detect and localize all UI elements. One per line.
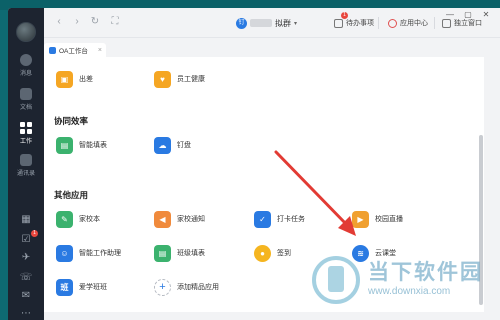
homework-icon: ✎ xyxy=(56,210,73,228)
rail-item-label: 工作 xyxy=(19,139,32,145)
org-switcher[interactable]: 钉 拟群 ▾ xyxy=(236,16,297,30)
rail-item-work[interactable]: 工作 xyxy=(8,122,44,145)
close-icon[interactable]: ✕ xyxy=(480,10,492,20)
app-aixue-banban[interactable]: 班 爱学班班 xyxy=(56,277,107,297)
grid-icon xyxy=(20,122,32,134)
rail-item-label: 文档 xyxy=(19,105,32,111)
app-label: 智能填表 xyxy=(79,142,107,149)
checkin-icon: ✓ xyxy=(254,210,271,228)
pin-icon[interactable]: ✈ xyxy=(19,252,33,264)
signin-icon: ● xyxy=(254,244,271,262)
app-center-button[interactable]: 应用中心 xyxy=(388,16,428,30)
org-name: 拟群 xyxy=(275,18,291,28)
minimize-icon[interactable]: — xyxy=(444,10,456,20)
chevron-down-icon: ▾ xyxy=(294,20,298,27)
rail-item-label: 通讯录 xyxy=(16,171,35,177)
app-home-school-notice[interactable]: ◀ 家校通知 xyxy=(154,209,205,229)
top-bar: ‹ › ↻ ⛶ 钉 拟群 ▾ 1 待办事项 应用中心 独立窗口 — ▢ ✕ xyxy=(44,8,500,38)
rail-item-docs[interactable]: 文档 xyxy=(8,88,44,111)
app-label: 家校本 xyxy=(79,216,100,223)
tab-oa-workbench[interactable]: OA工作台 × xyxy=(44,43,106,57)
app-label: 校园直播 xyxy=(375,216,403,223)
app-business-trip[interactable]: ▣ 出差 xyxy=(56,69,93,89)
org-logo-icon: 钉 xyxy=(236,17,247,29)
divider xyxy=(434,17,435,29)
add-app-button[interactable]: + 添加精品应用 xyxy=(154,277,219,297)
section-title-other: 其他应用 xyxy=(54,190,89,200)
live-icon: ▶ xyxy=(352,210,369,228)
rail-item-contacts[interactable]: 通讯录 xyxy=(8,154,44,177)
app-sign-in[interactable]: ● 签到 xyxy=(254,243,291,263)
form-icon: ▤ xyxy=(56,136,73,154)
workbench-icon xyxy=(49,46,56,54)
suitcase-icon: ▣ xyxy=(56,70,73,88)
app-campus-live[interactable]: ▶ 校园直播 xyxy=(352,209,403,229)
tab-label: OA工作台 xyxy=(59,48,88,55)
tab-close-icon[interactable]: × xyxy=(98,47,102,54)
screenshot-icon[interactable]: ⛶ xyxy=(108,15,122,29)
divider xyxy=(378,17,379,29)
maximize-icon[interactable]: ▢ xyxy=(462,10,474,20)
rail-item-messages[interactable]: 消息 xyxy=(8,54,44,77)
cloud-disk-icon: ☁ xyxy=(154,136,171,154)
app-employee-health[interactable]: ♥ 员工健康 xyxy=(154,69,205,89)
watermark-text: 当下软件园 xyxy=(368,261,483,284)
assistant-icon: ☺ xyxy=(56,244,73,262)
app-label: 签到 xyxy=(277,250,291,257)
class-form-icon: ▤ xyxy=(154,244,171,262)
org-name-redacted xyxy=(250,19,272,27)
app-label: 智能工作助理 xyxy=(79,250,121,257)
calendar-icon[interactable]: ▦ xyxy=(19,214,33,226)
notice-icon: ◀ xyxy=(154,210,171,228)
rail-badge: 1 xyxy=(31,230,38,237)
chat-icon xyxy=(20,54,32,66)
health-icon: ♥ xyxy=(154,70,171,88)
document-icon xyxy=(20,88,32,100)
rail-item-label: 消息 xyxy=(19,71,32,77)
left-rail: 消息 文档 工作 通讯录 ▦ ☑ 1 ✈ ☏ ✉ ⋯ xyxy=(8,8,44,320)
section-title-collab: 协同效率 xyxy=(54,116,89,126)
todo-badge: 1 xyxy=(341,12,348,19)
more-icon[interactable]: ⋯ xyxy=(19,308,33,320)
app-label: 钉盘 xyxy=(177,142,191,149)
app-checkin-task[interactable]: ✓ 打卡任务 xyxy=(254,209,305,229)
refresh-icon[interactable]: ↻ xyxy=(88,15,102,29)
app-class-form[interactable]: ▤ 班级填表 xyxy=(154,243,205,263)
app-center-label: 应用中心 xyxy=(400,20,428,27)
watermark-url: www.downxia.com xyxy=(368,286,451,297)
app-label: 打卡任务 xyxy=(277,216,305,223)
back-icon[interactable]: ‹ xyxy=(52,15,66,29)
app-ding-disk[interactable]: ☁ 钉盘 xyxy=(154,135,191,155)
app-label: 出差 xyxy=(79,76,93,83)
watermark: 当下软件园 www.downxia.com xyxy=(304,250,500,320)
app-label: 员工健康 xyxy=(177,76,205,83)
todo-button[interactable]: 1 待办事项 xyxy=(334,12,374,30)
mail-icon[interactable]: ✉ xyxy=(19,290,33,302)
contacts-icon xyxy=(20,154,32,166)
app-home-school-book[interactable]: ✎ 家校本 xyxy=(56,209,100,229)
app-label: 家校通知 xyxy=(177,216,205,223)
todo-icon xyxy=(334,18,343,28)
app-label: 班级填表 xyxy=(177,250,205,257)
avatar[interactable] xyxy=(16,22,36,42)
watermark-logo-icon xyxy=(312,256,360,304)
app-label: 添加精品应用 xyxy=(177,284,219,291)
forward-icon[interactable]: › xyxy=(70,15,84,29)
app-center-icon xyxy=(388,18,397,28)
app-smart-assistant[interactable]: ☺ 智能工作助理 xyxy=(56,243,121,263)
class-icon: 班 xyxy=(56,278,73,296)
app-smart-form[interactable]: ▤ 智能填表 xyxy=(56,135,107,155)
add-icon: + xyxy=(154,278,171,296)
app-label: 爱学班班 xyxy=(79,284,107,291)
todo-label: 待办事项 xyxy=(346,20,374,27)
phone-icon[interactable]: ☏ xyxy=(19,272,33,284)
